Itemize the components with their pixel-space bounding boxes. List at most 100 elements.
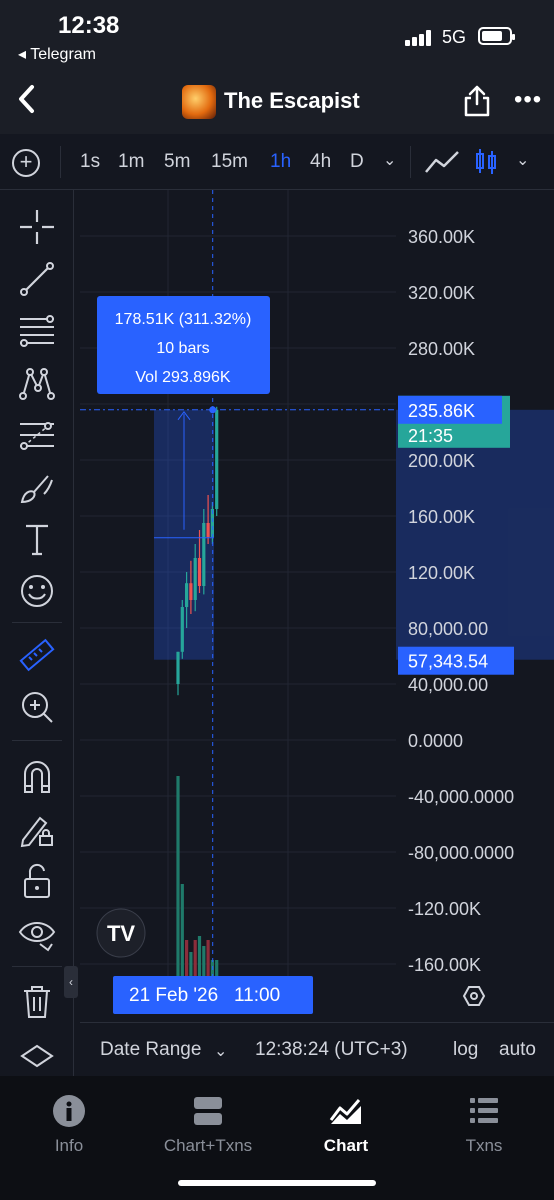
volume-bar bbox=[197, 936, 202, 976]
ruler-icon[interactable] bbox=[18, 636, 56, 674]
measure-tooltip-line: Vol 293.896K bbox=[135, 369, 231, 386]
network-type: 5G bbox=[442, 27, 467, 47]
candles-chart-type-icon[interactable] bbox=[474, 146, 498, 178]
volume-bar bbox=[189, 952, 193, 976]
candle-body bbox=[202, 523, 206, 586]
price-chart[interactable]: 360.00K320.00K280.00K240.00K200.00K160.0… bbox=[80, 190, 554, 976]
tradingview-logo: TV bbox=[96, 908, 146, 958]
price-axis-label: 0.0000 bbox=[408, 731, 463, 751]
nav-label: Info bbox=[54, 1136, 84, 1155]
chart-icon bbox=[329, 1099, 361, 1124]
chart-status-bar: Date Range ⌄ 12:38:24 (UTC+3) log auto bbox=[80, 1022, 554, 1076]
nav-chart[interactable]: Chart bbox=[286, 1094, 406, 1156]
share-icon[interactable] bbox=[462, 84, 492, 118]
divider bbox=[12, 740, 62, 741]
lock-drawing-icon[interactable] bbox=[18, 810, 56, 848]
time-axis: 21 Feb '26 11:00 bbox=[80, 976, 554, 1022]
trend-line-icon[interactable] bbox=[18, 260, 56, 298]
clock-label[interactable]: 12:38:24 (UTC+3) bbox=[255, 1039, 408, 1061]
home-indicator bbox=[178, 1180, 376, 1186]
measure-tooltip: 178.51K (311.32%) 10 bars Vol 293.896K bbox=[97, 296, 270, 394]
brush-icon[interactable] bbox=[18, 468, 56, 506]
zoom-in-icon[interactable] bbox=[18, 688, 56, 726]
text-tool-icon[interactable] bbox=[18, 520, 56, 558]
candle-body bbox=[215, 409, 219, 509]
forecast-tool-icon[interactable] bbox=[18, 416, 56, 454]
page-title: The Escapist bbox=[224, 88, 360, 113]
crosshair-point bbox=[209, 406, 217, 414]
crosshair-icon[interactable] bbox=[18, 208, 56, 246]
add-symbol-icon[interactable]: + bbox=[12, 149, 40, 177]
timeframe-dropdown-chevron-icon[interactable]: ⌄ bbox=[383, 150, 396, 170]
list-icon bbox=[470, 1098, 498, 1123]
price-axis-label: 80,000.00 bbox=[408, 619, 488, 639]
nav-label: Chart bbox=[323, 1136, 369, 1155]
layers-icon[interactable] bbox=[18, 1042, 56, 1072]
volume-bar bbox=[180, 884, 184, 976]
crosshair-time-tag: 21 Feb '26 11:00 bbox=[113, 976, 313, 1014]
timeframe-5m[interactable]: 5m bbox=[164, 151, 190, 173]
magnet-icon[interactable] bbox=[18, 758, 56, 796]
price-axis-label: 120.00K bbox=[408, 563, 475, 583]
crosshair-time-label: 21 Feb '26 11:00 bbox=[129, 985, 281, 1006]
log-toggle[interactable]: log bbox=[453, 1039, 478, 1061]
pattern-tool-icon[interactable] bbox=[18, 364, 56, 402]
timeframe-d[interactable]: D bbox=[350, 151, 364, 173]
nav-txns[interactable]: Txns bbox=[424, 1094, 544, 1156]
divider bbox=[12, 622, 62, 623]
date-range-dropdown[interactable]: Date Range bbox=[100, 1039, 201, 1061]
timeframe-1s[interactable]: 1s bbox=[80, 151, 100, 173]
back-chevron-icon[interactable] bbox=[16, 84, 46, 118]
chart-settings-icon[interactable] bbox=[462, 984, 486, 1008]
signal-icon bbox=[405, 30, 435, 46]
nav-info[interactable]: Info bbox=[9, 1094, 129, 1156]
countdown-label: 21:35 bbox=[408, 426, 453, 446]
price-axis-label: -160.00K bbox=[408, 955, 481, 975]
price-axis-label: 280.00K bbox=[408, 339, 475, 359]
candle-body bbox=[189, 583, 193, 600]
price-axis-label: 360.00K bbox=[408, 227, 475, 247]
status-bar: 12:38 ◂ Telegram 5G bbox=[0, 0, 554, 70]
current-price-label: 235.86K bbox=[408, 401, 475, 421]
split-view-icon bbox=[194, 1097, 222, 1125]
trash-icon[interactable] bbox=[18, 982, 56, 1020]
crosshair-price-label: 57,343.54 bbox=[408, 652, 488, 672]
timeframe-15m[interactable]: 15m bbox=[211, 151, 248, 173]
measure-tooltip-line: 10 bars bbox=[156, 340, 209, 357]
fib-retracement-icon[interactable] bbox=[18, 312, 56, 350]
emoji-icon[interactable] bbox=[18, 572, 56, 610]
volume-bar bbox=[193, 940, 197, 976]
candle-body bbox=[180, 607, 184, 652]
collapse-toolbar-chevron-icon[interactable]: ‹ bbox=[64, 966, 78, 998]
battery-icon bbox=[478, 27, 515, 45]
candle-body bbox=[185, 583, 189, 607]
nav-chart-txns[interactable]: Chart+Txns bbox=[148, 1094, 268, 1156]
nav-label: Txns bbox=[465, 1136, 503, 1155]
candle-body bbox=[206, 523, 210, 537]
date-range-chevron-icon[interactable]: ⌄ bbox=[214, 1041, 227, 1061]
timeframe-1h[interactable]: 1h bbox=[270, 151, 291, 173]
volume-bars bbox=[176, 776, 219, 976]
back-to-telegram-link[interactable]: ◂ Telegram bbox=[18, 44, 96, 64]
price-axis-label: 200.00K bbox=[408, 451, 475, 471]
token-logo bbox=[182, 85, 216, 119]
chart-type-dropdown-chevron-icon[interactable]: ⌄ bbox=[516, 150, 529, 170]
nav-label: Chart+Txns bbox=[163, 1136, 253, 1155]
price-axis-label: 320.00K bbox=[408, 283, 475, 303]
candle-body bbox=[176, 651, 180, 684]
chart-container: + 1s 1m 5m 15m 1h 4h D ⌄ ⌄ ‹ 360.00K 320… bbox=[0, 134, 554, 1076]
visibility-icon[interactable] bbox=[18, 914, 56, 952]
price-axis-label: 40,000.00 bbox=[408, 675, 488, 695]
candle-body bbox=[193, 558, 197, 600]
info-icon bbox=[53, 1095, 85, 1127]
timeframe-1m[interactable]: 1m bbox=[118, 151, 144, 173]
line-chart-type-icon[interactable] bbox=[424, 148, 460, 176]
unlock-icon[interactable] bbox=[18, 862, 56, 900]
volume-bar bbox=[215, 960, 219, 976]
status-time: 12:38 bbox=[58, 12, 120, 39]
volume-bar bbox=[202, 946, 206, 976]
timeframe-4h[interactable]: 4h bbox=[310, 151, 331, 173]
more-options-icon[interactable]: ••• bbox=[514, 86, 542, 114]
price-axis-label: -40,000.0000 bbox=[408, 787, 514, 807]
auto-toggle[interactable]: auto bbox=[499, 1039, 536, 1061]
